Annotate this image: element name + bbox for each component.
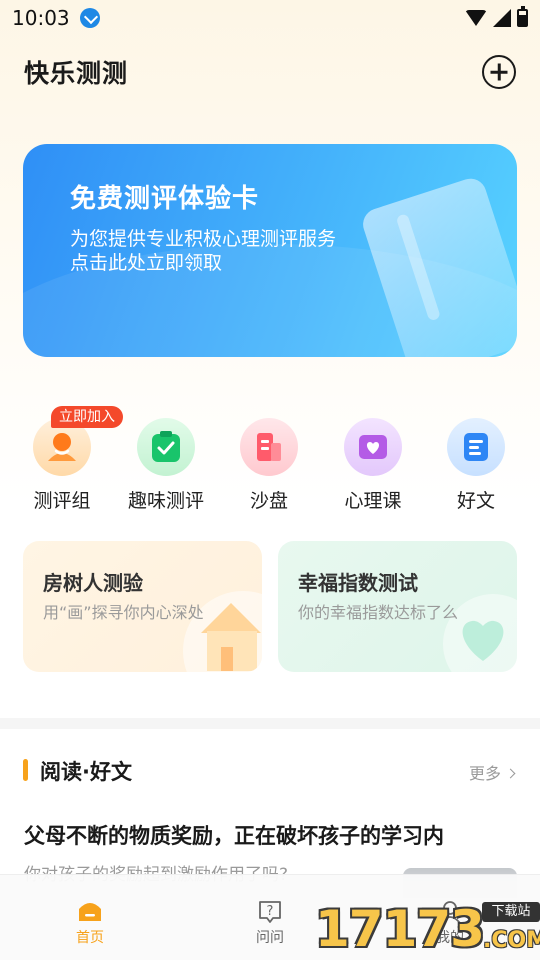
quick-nav-item-sandbox[interactable]: 沙盘 <box>219 418 319 513</box>
quick-nav: 测评组 立即加入 趣味测评 沙盘 心理课 好文 <box>0 402 540 520</box>
feature-card-title: 房树人测验 <box>43 571 143 595</box>
free-trial-banner[interactable]: 免费测评体验卡 为您提供专业积极心理测评服务 点击此处立即领取 <box>23 144 517 357</box>
add-button[interactable] <box>482 55 516 89</box>
feature-card-title: 幸福指数测试 <box>298 571 418 595</box>
banner-cta-text: 点击此处立即领取 <box>70 252 223 274</box>
tab-home[interactable]: 首页 <box>35 875 145 960</box>
heart-course-icon <box>344 418 402 476</box>
house-illustration <box>183 591 262 672</box>
chevron-right-icon <box>505 768 516 779</box>
watermark-digits: 17173 <box>315 900 485 958</box>
tab-ask[interactable]: ? 问问 <box>215 875 325 960</box>
quick-nav-label: 好文 <box>456 490 495 512</box>
more-label: 更多 <box>468 764 501 783</box>
quick-nav-item-assessment-group[interactable]: 测评组 <box>12 418 112 513</box>
status-bar: 10:03 <box>0 0 540 36</box>
htp-test-card[interactable]: 房树人测验 用“画”探寻你内心深处 <box>23 541 262 672</box>
quick-nav-item-articles[interactable]: 好文 <box>426 418 526 513</box>
status-time: 10:03 <box>12 6 70 30</box>
feature-card-subtitle: 你的幸福指数达标了么 <box>298 603 459 622</box>
status-indicators <box>465 6 528 27</box>
wifi-icon <box>465 10 487 26</box>
quick-nav-label: 趣味测评 <box>127 490 204 512</box>
svg-text:?: ? <box>267 904 274 919</box>
battery-icon <box>517 6 528 27</box>
clipboard-check-icon <box>137 418 195 476</box>
banner-title: 免费测评体验卡 <box>70 184 260 214</box>
watermark-suffix: .COM <box>483 928 540 953</box>
section-title: 阅读·好文 <box>40 760 132 784</box>
trial-card-illustration <box>358 174 517 357</box>
quick-nav-label: 沙盘 <box>249 490 288 512</box>
article-title[interactable]: 父母不断的物质奖励，正在破坏孩子的学习内 <box>24 820 444 850</box>
download-notification-icon <box>79 8 100 28</box>
quick-nav-label: 测评组 <box>33 490 91 512</box>
join-now-badge[interactable]: 立即加入 <box>51 406 123 428</box>
happiness-test-card[interactable]: 幸福指数测试 你的幸福指数达标了么 <box>278 541 517 672</box>
quick-nav-item-psych-course[interactable]: 心理课 <box>323 418 423 513</box>
feature-card-subtitle: 用“画”探寻你内心深处 <box>43 603 204 622</box>
sandbox-icon <box>240 418 298 476</box>
app-header: 快乐测测 <box>0 48 540 96</box>
cell-signal-icon <box>493 9 511 27</box>
section-accent-bar <box>23 759 28 781</box>
tab-label: 首页 <box>76 930 104 946</box>
quick-nav-item-fun-tests[interactable]: 趣味测评 <box>116 418 216 513</box>
home-icon <box>79 903 101 921</box>
section-divider <box>0 718 540 729</box>
quick-nav-label: 心理课 <box>344 490 402 512</box>
app-title: 快乐测测 <box>24 59 129 88</box>
reading-section-header: 阅读·好文 更多 <box>0 750 540 790</box>
tab-label: 问问 <box>256 930 284 946</box>
site-watermark: 17173 下载站 .COM <box>315 898 540 960</box>
watermark-badge: 下载站 <box>482 902 540 922</box>
more-link[interactable]: 更多 <box>468 760 516 784</box>
article-icon <box>447 418 505 476</box>
banner-subtitle: 为您提供专业积极心理测评服务 <box>70 228 337 250</box>
question-icon: ? <box>259 901 281 923</box>
